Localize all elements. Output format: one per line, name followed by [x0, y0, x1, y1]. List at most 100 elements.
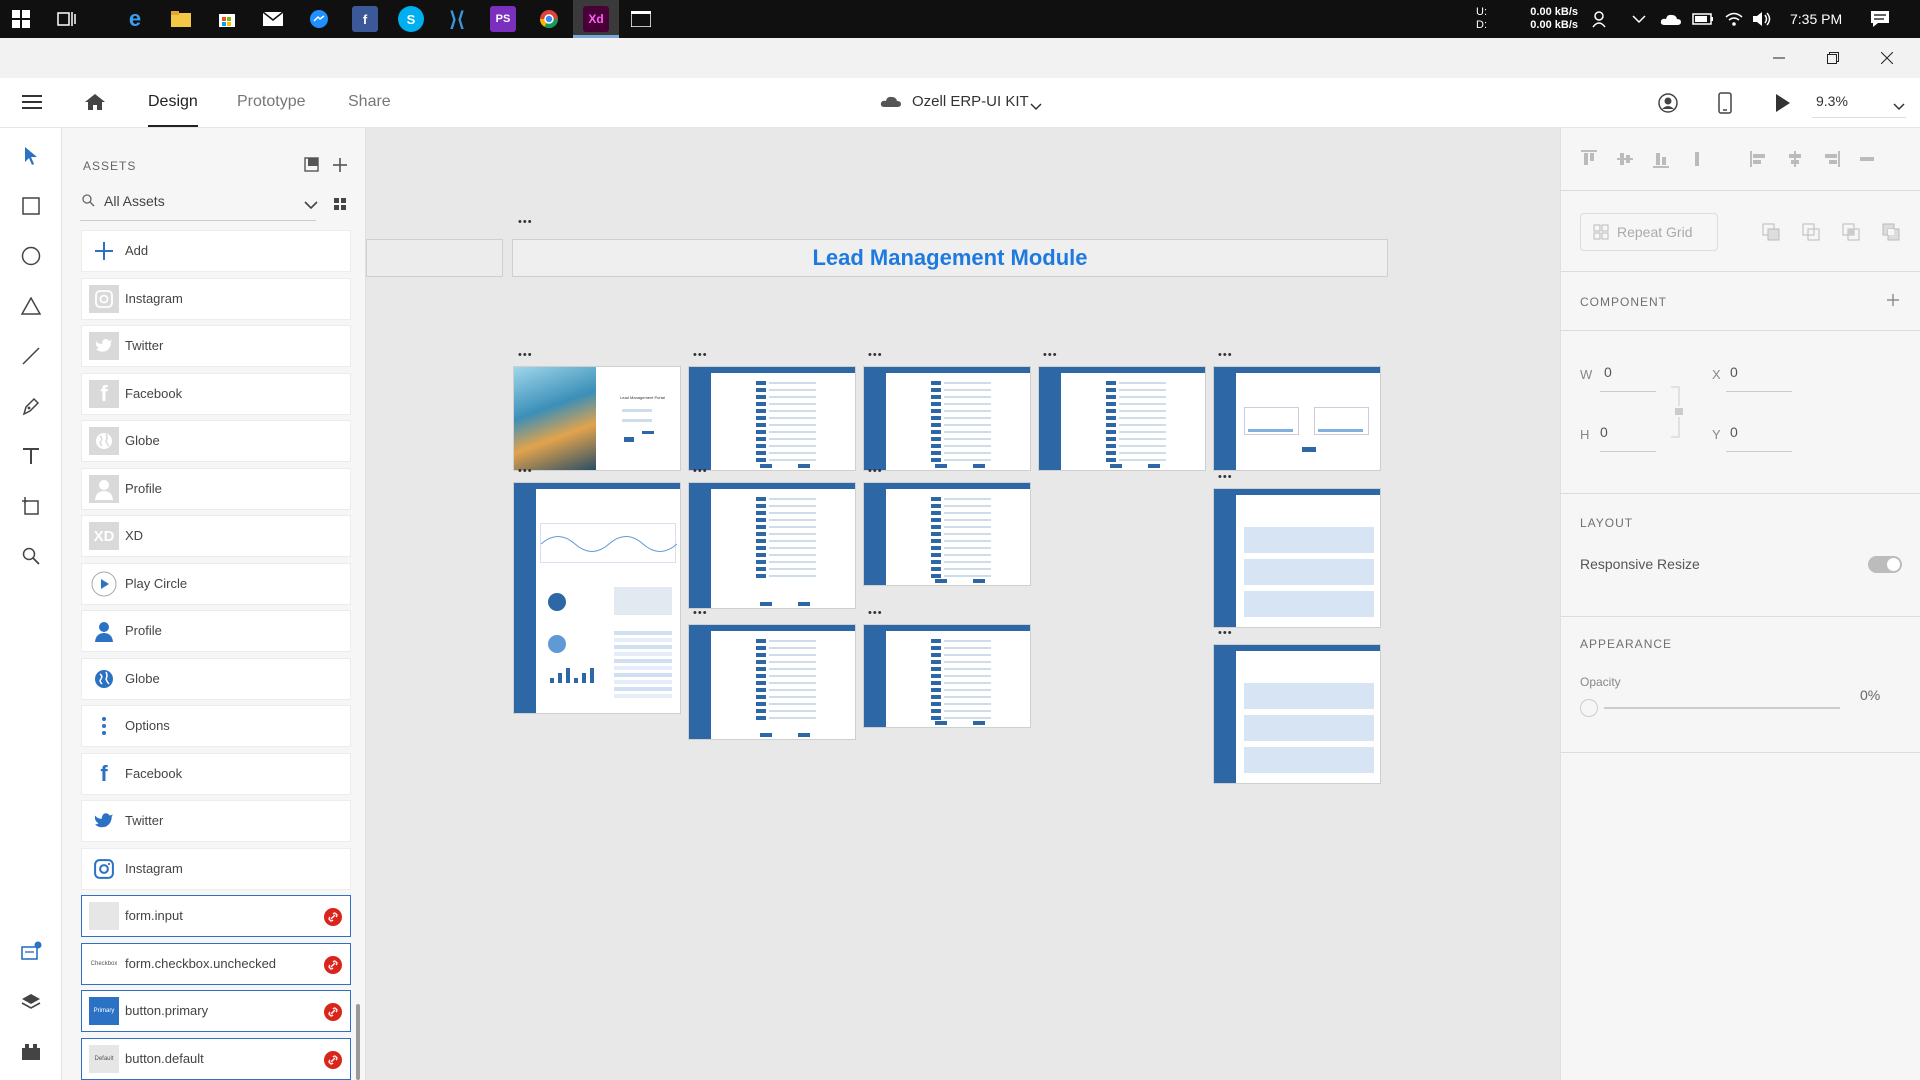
intersect-boolean-icon[interactable]	[1842, 223, 1860, 246]
subtract-boolean-icon[interactable]	[1802, 223, 1820, 246]
asset-item[interactable]: Instagram	[81, 847, 351, 890]
component-item[interactable]: Default button.default	[81, 1037, 351, 1080]
add-component-icon[interactable]	[1886, 293, 1900, 312]
height-input[interactable]: 0	[1600, 424, 1608, 440]
tab-prototype[interactable]: Prototype	[237, 93, 305, 111]
component-item[interactable]: form.input	[81, 895, 351, 937]
battery-icon[interactable]	[1692, 0, 1714, 38]
artboard-handle[interactable]: •••	[1218, 349, 1233, 361]
filter-chevron-icon[interactable]	[304, 197, 318, 215]
artboard-handle[interactable]: •••	[868, 349, 883, 361]
artboard-handle[interactable]: •••	[1043, 349, 1058, 361]
artboard-handle[interactable]: •••	[693, 349, 708, 361]
plugins-panel-icon[interactable]	[17, 1038, 45, 1066]
align-bottom-icon[interactable]	[1652, 150, 1670, 173]
y-input[interactable]: 0	[1730, 424, 1738, 440]
artboard-thumbnail[interactable]	[1038, 366, 1206, 471]
asset-item[interactable]: Profile	[81, 467, 351, 510]
facebook-app-icon[interactable]: f	[352, 6, 378, 32]
lock-aspect-icon[interactable]	[1670, 386, 1688, 443]
people-icon[interactable]	[1592, 0, 1610, 38]
asset-item[interactable]: Twitter	[81, 800, 351, 842]
zoom-tool-icon[interactable]	[17, 542, 45, 570]
artboard-tool-icon[interactable]	[17, 492, 45, 520]
rectangle-tool-icon[interactable]	[17, 192, 45, 220]
phpstorm-icon[interactable]: PS	[490, 6, 516, 32]
chevron-up-icon[interactable]	[1632, 0, 1646, 38]
artboard-handle[interactable]: •••	[518, 465, 533, 477]
grid-view-icon[interactable]	[334, 197, 346, 215]
clock[interactable]: 7:35 PM	[1790, 0, 1842, 38]
skype-icon[interactable]: S	[398, 6, 424, 32]
asset-item[interactable]: XD XD	[81, 515, 351, 557]
align-left-icon[interactable]	[1750, 150, 1768, 173]
add-boolean-icon[interactable]	[1762, 223, 1780, 246]
opacity-slider-track[interactable]	[1604, 707, 1840, 709]
artboard-thumbnail[interactable]	[688, 482, 856, 609]
assets-panel-icon[interactable]	[17, 938, 45, 966]
tab-share[interactable]: Share	[348, 93, 391, 111]
line-tool-icon[interactable]	[17, 342, 45, 370]
asset-item[interactable]: Options	[81, 705, 351, 747]
edge-icon[interactable]: e	[122, 6, 148, 32]
hamburger-menu-icon[interactable]	[22, 94, 42, 115]
assets-scrollbar[interactable]	[356, 1004, 360, 1080]
terminal-icon[interactable]	[628, 6, 654, 32]
select-tool-icon[interactable]	[17, 142, 45, 170]
distribute-vertical-icon[interactable]	[1688, 150, 1706, 173]
artboard-thumbnail[interactable]	[513, 482, 681, 714]
task-view-icon[interactable]	[54, 6, 80, 32]
zoom-chevron-icon[interactable]	[1893, 98, 1905, 116]
artboard-handle[interactable]: •••	[693, 607, 708, 619]
asset-item[interactable]: Instagram	[81, 277, 351, 320]
module-title-artboard[interactable]: Lead Management Module	[512, 239, 1388, 277]
asset-item[interactable]: Twitter	[81, 325, 351, 367]
zoom-value[interactable]: 9.3%	[1816, 93, 1848, 109]
store-icon[interactable]	[214, 6, 240, 32]
align-center-icon[interactable]	[1786, 150, 1804, 173]
home-icon[interactable]	[84, 93, 106, 116]
artboard-handle[interactable]: •••	[518, 216, 533, 228]
doc-menu-chevron-icon[interactable]	[1030, 98, 1042, 116]
artboard-thumbnail[interactable]	[1213, 366, 1381, 471]
x-input[interactable]: 0	[1730, 364, 1738, 380]
align-right-icon[interactable]	[1822, 150, 1840, 173]
polygon-tool-icon[interactable]	[17, 292, 45, 320]
windows-start-icon[interactable]	[8, 6, 34, 32]
width-input[interactable]: 0	[1604, 364, 1612, 380]
asset-item[interactable]: Globe	[81, 420, 351, 462]
component-item[interactable]: Primary button.primary	[81, 990, 351, 1032]
opacity-value[interactable]: 0%	[1860, 687, 1880, 703]
artboard-handle[interactable]: •••	[518, 349, 533, 361]
messenger-icon[interactable]	[306, 6, 332, 32]
asset-item[interactable]: f Facebook	[81, 372, 351, 415]
text-tool-icon[interactable]	[17, 442, 45, 470]
play-preview-icon[interactable]	[1776, 94, 1790, 117]
wifi-icon[interactable]	[1724, 0, 1744, 38]
asset-item[interactable]: Play Circle	[81, 562, 351, 605]
component-item[interactable]: Checkbox form.checkbox.unchecked	[81, 942, 351, 985]
open-library-icon[interactable]	[304, 157, 319, 177]
exclude-boolean-icon[interactable]	[1882, 223, 1900, 246]
share-user-icon[interactable]	[1658, 93, 1678, 118]
align-middle-icon[interactable]	[1616, 150, 1634, 173]
asset-item[interactable]: Profile	[81, 610, 351, 652]
artboard-handle[interactable]: •••	[868, 607, 883, 619]
artboard-thumbnail[interactable]	[1213, 644, 1381, 784]
asset-filter-dropdown[interactable]: All Assets	[104, 193, 165, 209]
minimize-button[interactable]	[1756, 38, 1802, 78]
opacity-slider-handle[interactable]	[1580, 699, 1598, 717]
artboard-handle[interactable]: •••	[1218, 627, 1233, 639]
onedrive-icon[interactable]	[1660, 0, 1682, 38]
artboard-thumbnail[interactable]	[688, 624, 856, 740]
adobe-xd-icon[interactable]: Xd	[583, 6, 609, 32]
distribute-horizontal-icon[interactable]	[1858, 150, 1876, 173]
artboard-thumbnail[interactable]	[863, 482, 1031, 586]
restore-button[interactable]	[1810, 38, 1856, 78]
device-preview-icon[interactable]	[1718, 92, 1732, 119]
artboard-thumbnail[interactable]: Lead Management Portal	[513, 366, 681, 471]
document-title[interactable]: Ozell ERP-UI KIT	[912, 93, 1029, 110]
artboard-handle[interactable]: •••	[1218, 471, 1233, 483]
asset-item[interactable]: f Facebook	[81, 752, 351, 795]
artboard-thumbnail[interactable]	[863, 366, 1031, 471]
